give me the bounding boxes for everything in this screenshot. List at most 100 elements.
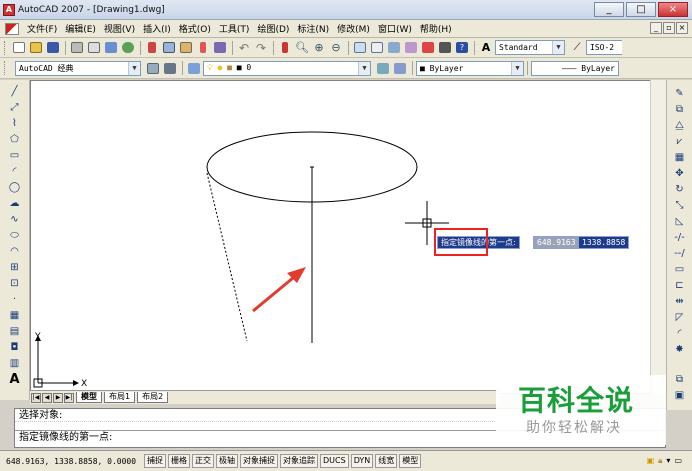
close-button[interactable]: ×: [658, 2, 688, 17]
redo-icon[interactable]: ↷: [253, 40, 269, 56]
tool-palettes-icon[interactable]: [386, 40, 402, 56]
tab-layout1[interactable]: 布局1: [104, 392, 136, 403]
copy-icon[interactable]: [161, 40, 177, 56]
calculator-icon[interactable]: [437, 40, 453, 56]
maximize-button[interactable]: □: [626, 2, 656, 17]
dynamic-input-y-field[interactable]: 1338.8858: [578, 236, 630, 249]
arc-icon[interactable]: ◜: [6, 164, 24, 179]
line-icon[interactable]: ╱: [6, 84, 24, 99]
prev-tab-button[interactable]: ◀: [42, 392, 52, 403]
workspace-settings-icon[interactable]: [145, 60, 161, 76]
trim-icon[interactable]: -/-: [671, 230, 689, 245]
design-center-icon[interactable]: [369, 40, 385, 56]
3d-dwf-icon[interactable]: [120, 40, 136, 56]
tab-model[interactable]: 模型: [76, 392, 102, 403]
coordinate-display[interactable]: 648.9163, 1338.8858, 0.0000: [6, 457, 144, 466]
menu-tools[interactable]: 工具(T): [215, 22, 254, 35]
move-icon[interactable]: ✥: [671, 166, 689, 181]
draw-order-icon[interactable]: ⧉: [671, 372, 689, 387]
polygon-icon[interactable]: ⬠: [6, 132, 24, 147]
menu-draw[interactable]: 绘图(D): [253, 22, 293, 35]
sheet-set-icon[interactable]: [403, 40, 419, 56]
paste-icon[interactable]: [178, 40, 194, 56]
model-toggle[interactable]: 模型: [399, 454, 422, 468]
clean-screen-icon[interactable]: ▭: [674, 456, 682, 466]
erase-icon[interactable]: ✎: [671, 86, 689, 101]
next-tab-button[interactable]: ▶: [53, 392, 63, 403]
menu-view[interactable]: 视图(V): [100, 22, 139, 35]
multiline-text-icon[interactable]: A: [6, 372, 24, 387]
pan-realtime-icon[interactable]: [277, 40, 293, 56]
revision-cloud-icon[interactable]: ☁: [6, 196, 24, 211]
region-icon[interactable]: ◘: [6, 340, 24, 355]
extend-icon[interactable]: --/: [671, 246, 689, 261]
undo-icon[interactable]: ↶: [236, 40, 252, 56]
print-icon[interactable]: [69, 40, 85, 56]
toolbar-grip[interactable]: [4, 40, 7, 55]
communication-center-icon[interactable]: ▣: [647, 456, 655, 466]
circle-icon[interactable]: ◯: [6, 180, 24, 195]
first-tab-button[interactable]: |◀: [31, 392, 41, 403]
menu-modify[interactable]: 修改(M): [333, 22, 374, 35]
rectangle-icon[interactable]: ▭: [6, 148, 24, 163]
save-icon[interactable]: [45, 40, 61, 56]
workspace-dropdown[interactable]: AutoCAD 经典 ▼: [15, 60, 141, 76]
lineweight-toggle[interactable]: 线宽: [375, 454, 398, 468]
menu-dimension[interactable]: 标注(N): [293, 22, 333, 35]
join-icon[interactable]: ⇹: [671, 294, 689, 309]
dim-style-icon[interactable]: ⟋: [569, 40, 585, 56]
new-file-icon[interactable]: [11, 40, 27, 56]
zoom-previous-icon[interactable]: ⊖: [328, 40, 344, 56]
menu-help[interactable]: 帮助(H): [416, 22, 456, 35]
grid-toggle[interactable]: 栅格: [168, 454, 190, 468]
offset-icon[interactable]: ⩗: [671, 134, 689, 149]
zoom-realtime-icon[interactable]: 🔍︎: [294, 40, 310, 56]
help-icon[interactable]: ?: [454, 40, 470, 56]
make-block-icon[interactable]: ⊡: [6, 276, 24, 291]
match-properties-icon[interactable]: [195, 40, 211, 56]
rotate-icon[interactable]: ↻: [671, 182, 689, 197]
otrack-toggle[interactable]: 对象追踪: [280, 454, 318, 468]
spline-icon[interactable]: ∿: [6, 212, 24, 227]
linetype-dropdown[interactable]: ——— ByLayer: [531, 60, 619, 76]
break-icon[interactable]: ⊏: [671, 278, 689, 293]
doc-minimize-button[interactable]: _: [650, 22, 662, 34]
break-at-point-icon[interactable]: ▭: [671, 262, 689, 277]
markup-icon[interactable]: [420, 40, 436, 56]
properties-icon[interactable]: [352, 40, 368, 56]
construction-line-icon[interactable]: ⤢: [6, 100, 24, 115]
tab-layout2[interactable]: 布局2: [137, 392, 169, 403]
explode-icon[interactable]: ✸: [671, 342, 689, 357]
insert-block-icon[interactable]: ⊞: [6, 260, 24, 275]
toolbar-grip[interactable]: [4, 61, 7, 75]
doc-restore-button[interactable]: ▫: [663, 22, 675, 34]
snap-toggle[interactable]: 捕捉: [144, 454, 166, 468]
scale-icon[interactable]: ⤡: [671, 198, 689, 213]
lock-icon[interactable]: 🔒︎: [658, 456, 662, 466]
ortho-toggle[interactable]: 正交: [192, 454, 214, 468]
polar-toggle[interactable]: 极轴: [216, 454, 238, 468]
my-workspace-icon[interactable]: [162, 60, 178, 76]
menu-insert[interactable]: 插入(I): [139, 22, 175, 35]
stretch-icon[interactable]: ◺: [671, 214, 689, 229]
menu-file[interactable]: 文件(F): [23, 22, 61, 35]
zoom-window-icon[interactable]: ⊕: [311, 40, 327, 56]
make-object-layer-current-icon[interactable]: [375, 60, 391, 76]
chamfer-icon[interactable]: ◸: [671, 310, 689, 325]
layer-manager-icon[interactable]: [186, 60, 202, 76]
osnap-toggle[interactable]: 对象捕捉: [240, 454, 278, 468]
vertical-scrollbar[interactable]: [650, 80, 666, 394]
bring-to-front-icon[interactable]: ▣: [671, 388, 689, 403]
text-style-dropdown[interactable]: Standard ▼: [495, 40, 565, 55]
menu-edit[interactable]: 编辑(E): [61, 22, 100, 35]
layer-dropdown[interactable]: 💡︎ ● ■ ■ 0 ▼: [203, 60, 371, 76]
text-style-icon[interactable]: A: [478, 40, 494, 56]
open-file-icon[interactable]: [28, 40, 44, 56]
minimize-button[interactable]: _: [594, 2, 624, 17]
table-icon[interactable]: ▥: [6, 356, 24, 371]
point-icon[interactable]: ·: [6, 292, 24, 307]
polyline-icon[interactable]: ⌇: [6, 116, 24, 131]
plot-preview-icon[interactable]: [86, 40, 102, 56]
dim-style-dropdown[interactable]: ISO-2: [586, 40, 622, 55]
status-menu-icon[interactable]: ▾: [666, 456, 670, 466]
